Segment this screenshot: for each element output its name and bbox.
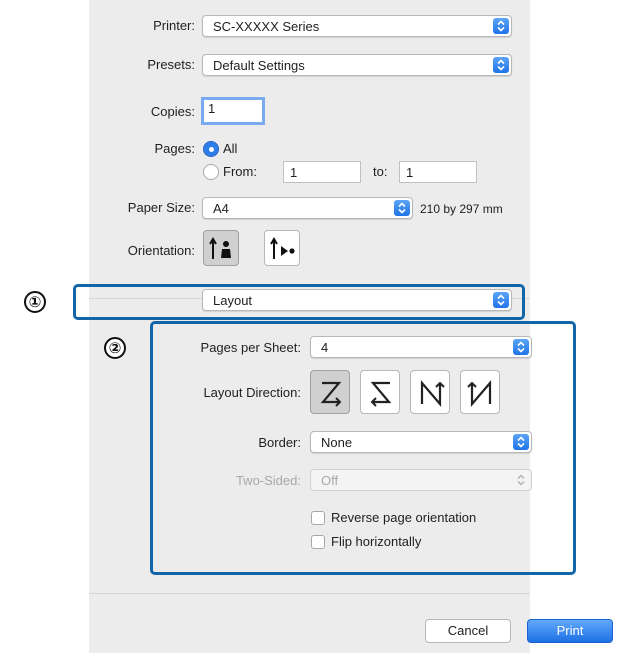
layout-direction-label: Layout Direction: (203, 385, 301, 400)
border-popup[interactable]: None (310, 431, 532, 453)
border-label: Border: (258, 435, 301, 450)
section-popup[interactable]: Layout (202, 289, 512, 311)
footer-divider (89, 593, 530, 594)
layout-direction-n-button[interactable] (410, 370, 450, 414)
layout-direction-z-button[interactable] (310, 370, 350, 414)
orientation-label: Orientation: (127, 243, 195, 258)
pages-per-sheet-label: Pages per Sheet: (200, 340, 301, 355)
flip-horizontally-label: Flip horizontally (331, 534, 422, 549)
printer-label: Printer: (153, 18, 195, 33)
printer-value: SC-XXXXX Series (213, 19, 320, 34)
pages-to-label: to: (373, 164, 388, 179)
border-value: None (321, 435, 353, 450)
pages-from-field[interactable]: 1 (283, 161, 361, 183)
layout-direction-reverse-z-button[interactable] (360, 370, 400, 414)
orientation-landscape-button[interactable] (264, 230, 300, 266)
portrait-icon (209, 237, 231, 259)
pages-from-label: From: (223, 164, 257, 179)
updown-arrow-icon (493, 18, 509, 34)
orientation-portrait-button[interactable] (203, 230, 239, 266)
two-sided-value: Off (321, 473, 339, 488)
updown-arrow-icon (513, 434, 529, 450)
pages-from-radio[interactable] (203, 164, 219, 180)
updown-arrow-icon (513, 339, 529, 355)
copies-label: Copies: (150, 104, 195, 119)
pages-per-sheet-popup[interactable]: 4 (310, 336, 532, 358)
paper-size-label: Paper Size: (127, 200, 195, 215)
reverse-page-orientation-label: Reverse page orientation (331, 510, 477, 525)
two-sided-popup[interactable]: Off (310, 469, 532, 491)
reverse-z-order-icon (370, 381, 392, 407)
two-sided-label: Two-Sided: (235, 473, 301, 488)
pages-to-value: 1 (406, 165, 414, 180)
pages-label: Pages: (154, 141, 195, 156)
paper-size-dimensions: 210 by 297 mm (420, 202, 503, 216)
callout-marker-1: ① (24, 291, 46, 313)
pages-to-field[interactable]: 1 (399, 161, 477, 183)
presets-label: Presets: (147, 57, 195, 72)
paper-size-popup[interactable]: A4 (202, 197, 413, 219)
copies-field[interactable]: 1 (201, 97, 265, 125)
layout-direction-reverse-n-button[interactable] (460, 370, 500, 414)
landscape-icon (270, 237, 295, 259)
presets-popup[interactable]: Default Settings (202, 54, 512, 76)
paper-size-value: A4 (213, 201, 229, 216)
n-order-icon (420, 380, 445, 407)
callout-marker-2: ② (104, 337, 126, 359)
updown-arrow-icon (493, 57, 509, 73)
updown-arrow-icon (513, 472, 529, 488)
reverse-page-orientation-checkbox[interactable] (311, 511, 325, 525)
pages-all-label: All (223, 141, 238, 156)
pages-from-value: 1 (290, 165, 298, 180)
copies-value: 1 (208, 101, 216, 116)
pages-all-radio[interactable] (203, 141, 219, 157)
z-order-icon (320, 381, 342, 407)
printer-popup[interactable]: SC-XXXXX Series (202, 15, 512, 37)
updown-arrow-icon (394, 200, 410, 216)
updown-arrow-icon (493, 292, 509, 308)
pages-per-sheet-value: 4 (321, 340, 329, 355)
flip-horizontally-checkbox[interactable] (311, 535, 325, 549)
reverse-n-order-icon (467, 380, 492, 407)
section-value: Layout (213, 293, 253, 308)
presets-value: Default Settings (213, 58, 305, 73)
print-button[interactable]: Print (527, 619, 613, 643)
cancel-button[interactable]: Cancel (425, 619, 511, 643)
